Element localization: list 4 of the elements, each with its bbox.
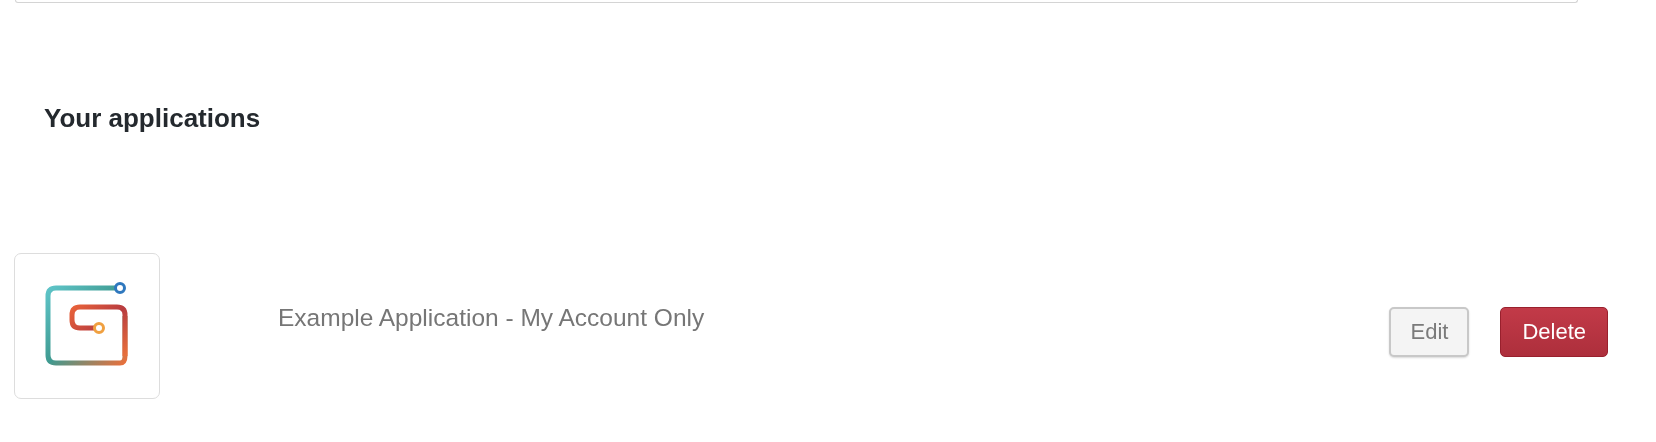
section-heading: Your applications bbox=[44, 102, 261, 135]
application-name: Example Application - My Account Only bbox=[278, 304, 705, 332]
delete-button[interactable]: Delete bbox=[1500, 307, 1608, 357]
edit-button[interactable]: Edit bbox=[1389, 307, 1470, 357]
